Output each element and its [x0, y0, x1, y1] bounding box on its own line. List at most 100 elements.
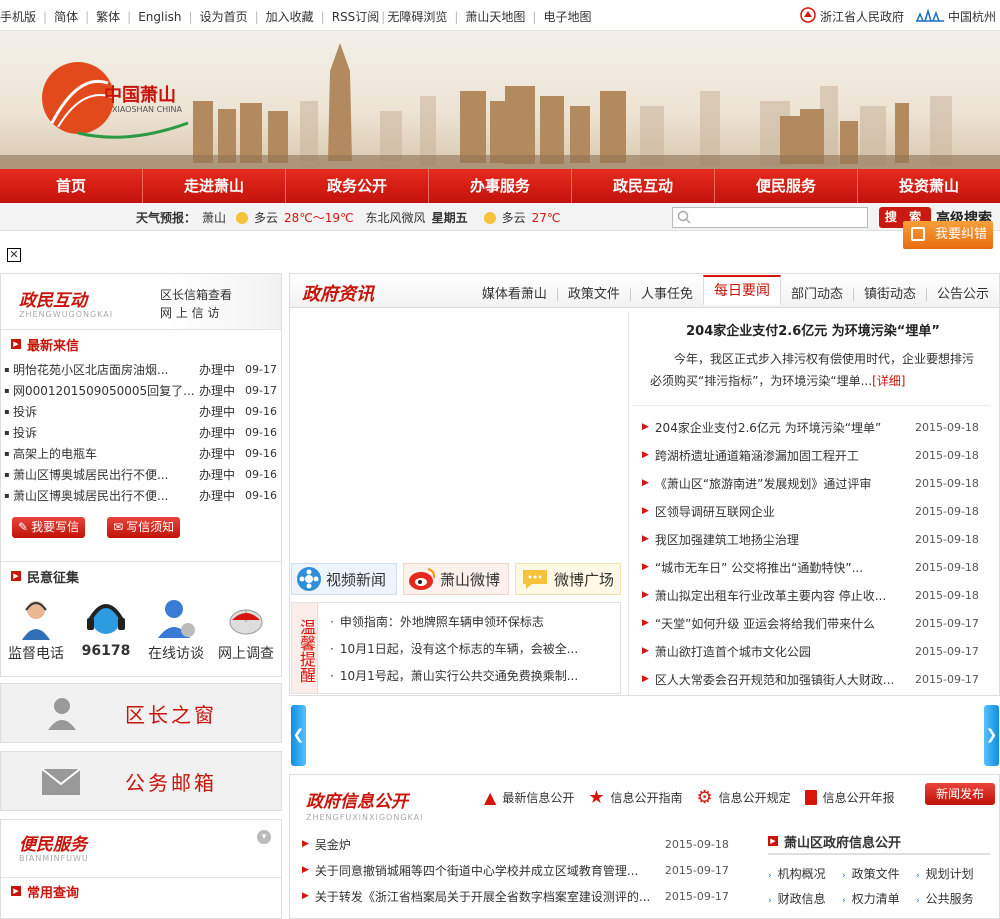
search-input[interactable] [672, 207, 868, 228]
chevron-icon: › [842, 896, 846, 906]
side-link-power[interactable]: › 权力清单 [842, 890, 916, 907]
triangle-bullet-icon: ▶ [642, 590, 649, 600]
weibo-button[interactable]: 萧山微博 [403, 563, 509, 595]
news-row[interactable]: ▶ 萧山拟定出租车行业改革主要内容 停止收... 2015-09-18 [642, 581, 982, 609]
side-link-policy[interactable]: › 政策文件 [842, 865, 916, 882]
weibo-plaza-button[interactable]: 微博广场 [515, 563, 621, 595]
news-row[interactable]: ▶ 跨湖桥遗址通道箱涵渗漏加固工程开工 2015-09-18 [642, 441, 982, 469]
news-item-date: 2015-09-17 [914, 616, 979, 630]
nav-services[interactable]: 办事服务 [429, 169, 572, 203]
top-link-simplified[interactable]: 简体 [47, 8, 85, 25]
letter-row[interactable]: ▪ 投诉 办理中 09-16 [1, 422, 281, 443]
chevron-icon: › [916, 871, 920, 881]
site-logo[interactable]: 中国萧山 XIAOSHAN CHINA [38, 53, 198, 143]
news-row[interactable]: ▶ “天堂”如何升级 亚运会将给我们带来什么 2015-09-17 [642, 609, 982, 637]
tab-announce[interactable]: 公告公示 [925, 288, 999, 301]
info-guide-link[interactable]: ★ 信息公开指南 [588, 787, 682, 808]
online-survey-item[interactable]: 网上调查 [213, 596, 279, 663]
warm-tip-row[interactable]: · 10月1号起，萧山实行公共交通免费换乘制... [330, 663, 620, 690]
news-headline[interactable]: 204家企业支付2.6亿元 为环境污染“埋单” [628, 320, 998, 339]
side-link-plan[interactable]: › 规划计划 [916, 865, 990, 882]
info-rules-link[interactable]: ⚙ 信息公开规定 [696, 787, 790, 808]
top-link-rss[interactable]: RSS订阅 [325, 8, 382, 25]
chevron-icon: › [768, 896, 772, 906]
letter-row[interactable]: ▪ 网0001201509050005回复了... 办理中 09-17 [1, 380, 281, 401]
letter-title: 投诉 [13, 405, 38, 419]
report-error-button[interactable]: 我要纠错 [903, 221, 993, 249]
top-link-english[interactable]: English [131, 10, 188, 24]
news-row[interactable]: ▶ 区领导调研互联网企业 2015-09-18 [642, 497, 982, 525]
weibo-label: 萧山微博 [440, 570, 501, 589]
side-link-public[interactable]: › 公共服务 [916, 890, 990, 907]
tab-media[interactable]: 媒体看萧山 [472, 288, 557, 301]
mayor-window-button[interactable]: 区长之窗 [0, 683, 282, 743]
top-link-tianditu[interactable]: 萧山天地图 [458, 8, 532, 25]
news-photo[interactable] [290, 311, 623, 561]
news-row[interactable]: ▶ 《萧山区“旅游南进”发展规划》通过评审 2015-09-18 [642, 469, 982, 497]
collapse-icon[interactable]: ▾ [257, 830, 271, 844]
detail-link[interactable]: [详细] [872, 374, 905, 388]
top-link-traditional[interactable]: 繁体 [89, 8, 127, 25]
supervise-phone-item[interactable]: 监督电话 [3, 596, 69, 663]
side-link-finance[interactable]: › 财政信息 [768, 890, 842, 907]
news-row[interactable]: ▶ 区人大常委会召开规范和加强镇街人大财政... 2015-09-17 [642, 665, 982, 693]
side-link-org[interactable]: › 机构概况 [768, 865, 842, 882]
letter-row[interactable]: ▪ 高架上的电瓶车 办理中 09-16 [1, 443, 281, 464]
hangzhou-link[interactable]: 中国杭州 [915, 7, 996, 26]
letter-row[interactable]: ▪ 明怡花苑小区北店面房油烟... 办理中 09-17 [1, 359, 281, 380]
letter-title: 高架上的电瓶车 [13, 447, 98, 461]
letter-row[interactable]: ▪ 萧山区博奥城居民出行不便... 办理中 09-16 [1, 485, 281, 506]
info-row[interactable]: ▶ 关于同意撤销城厢等四个街道中心学校并成立区域教育管理... 2015-09-17 [302, 857, 742, 883]
warm-tip-row[interactable]: · 10月1日起，没有这个标志的车辆，会被全... [330, 636, 620, 663]
news-row[interactable]: ▶ 204家企业支付2.6亿元 为环境污染“埋单” 2015-09-18 [642, 413, 982, 441]
weather-wind: 东北风微风 [365, 211, 426, 225]
arrow-icon: ▶ [11, 886, 21, 896]
video-news-button[interactable]: 视频新闻 [291, 563, 397, 595]
divider [632, 405, 990, 406]
news-row[interactable]: ▶ “城市无车日” 公交将推出“通勤特快”... 2015-09-18 [642, 553, 982, 581]
weather-bar: 天气预报： 萧山 多云 28℃～19℃ 东北风微风 星期五 多云 27℃ 搜 索… [0, 203, 1000, 231]
carousel-prev-button[interactable]: ❮ [291, 705, 306, 766]
letter-notice-button[interactable]: ✉ 写信须知 [107, 517, 181, 538]
mailbox-button[interactable]: 公务邮箱 [0, 751, 282, 811]
write-letter-button[interactable]: ✎ 我要写信 [12, 517, 86, 538]
info-annual-link[interactable]: 信息公开年报 [804, 789, 895, 806]
tab-personnel[interactable]: 人事任免 [629, 288, 703, 301]
tab-department[interactable]: 部门动态 [781, 288, 853, 301]
info-side: ▶ 萧山区政府信息公开 › 机构概况 › 政策文件 › 规划计划 › 财政信息 › 权力清… [768, 829, 990, 907]
letter-row[interactable]: ▪ 投诉 办理中 09-16 [1, 401, 281, 422]
news-release-button[interactable]: 新闻发布 [925, 783, 995, 805]
weather-condition-2: 多云 [501, 211, 526, 225]
nav-home[interactable]: 首页 [0, 169, 143, 203]
hotline-item[interactable]: 96178 [73, 596, 139, 663]
info-row[interactable]: ▶ 关于转发《浙江省档案局关于开展全省数字档案室建设测评的... 2015-09-1… [302, 883, 742, 909]
top-link-homepage[interactable]: 设为首页 [193, 8, 255, 25]
nav-interaction[interactable]: 政民互动 [572, 169, 715, 203]
supervise-phone-label: 监督电话 [8, 646, 64, 662]
nav-gov-affairs[interactable]: 政务公开 [286, 169, 429, 203]
tab-town[interactable]: 镇街动态 [852, 288, 926, 301]
warm-tip-row[interactable]: · 申领指南：外地牌照车辆申领环保标志 [330, 609, 620, 636]
news-row[interactable]: ▶ 我区加强建筑工地扬尘治理 2015-09-18 [642, 525, 982, 553]
sun-cloud-icon [483, 211, 496, 224]
close-icon[interactable]: ✕ [7, 248, 21, 262]
top-link-accessible[interactable]: 无障碍浏览 [385, 8, 454, 25]
letter-row[interactable]: ▪ 萧山区博奥城居民出行不便... 办理中 09-16 [1, 464, 281, 485]
top-link-emap[interactable]: 电子地图 [536, 8, 598, 25]
nav-invest[interactable]: 投资萧山 [858, 169, 1000, 203]
carousel-next-button[interactable]: ❯ [984, 705, 999, 766]
tab-policy[interactable]: 政策文件 [556, 288, 630, 301]
online-interview-item[interactable]: 在线访谈 [143, 596, 209, 663]
tab-daily-news[interactable]: 每日要闻 [702, 275, 781, 305]
service-subtitle: BIANMINFUWU [19, 854, 89, 863]
latest-info-link[interactable]: ▲ 最新信息公开 [484, 788, 574, 807]
mayor-mailbox-link[interactable]: 区长信箱查看 [160, 286, 232, 303]
online-petition-link[interactable]: 网 上 信 访 [160, 304, 219, 321]
nav-public-service[interactable]: 便民服务 [715, 169, 858, 203]
nav-about[interactable]: 走进萧山 [143, 169, 286, 203]
news-row[interactable]: ▶ 萧山欲打造首个城市文化公园 2015-09-17 [642, 637, 982, 665]
top-link-mobile[interactable]: 手机版 [0, 8, 43, 25]
top-link-favorite[interactable]: 加入收藏 [259, 8, 321, 25]
zhejiang-gov-link[interactable]: 浙江省人民政府 [800, 7, 904, 26]
info-row[interactable]: ▶ 吴金炉 2015-09-18 [302, 831, 742, 857]
